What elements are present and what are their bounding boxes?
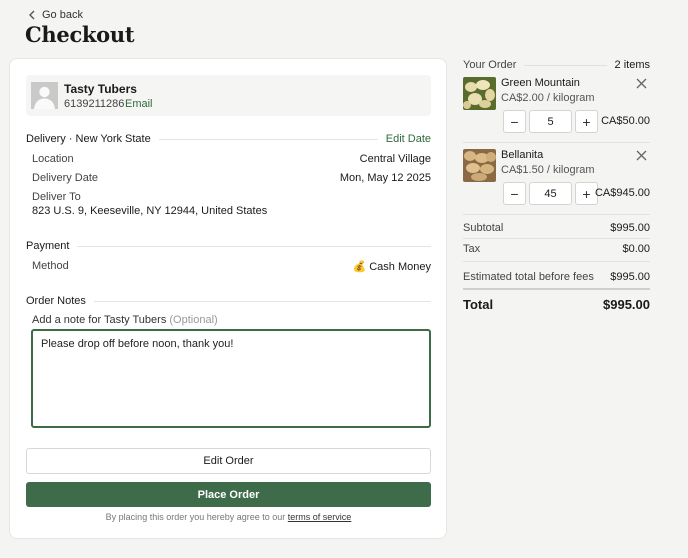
order-item: Green Mountain CA$2.00 / kilogram − 5 + …	[463, 77, 650, 137]
divider	[93, 300, 431, 302]
estimated-total-row: Estimated total before fees $995.00	[463, 271, 650, 283]
estimated-total-label: Estimated total before fees	[463, 271, 594, 283]
estimated-total-value: $995.00	[610, 271, 650, 283]
edit-date-link[interactable]: Edit Date	[386, 133, 431, 145]
quantity-input[interactable]: 5	[529, 110, 572, 133]
delivery-section-header: Delivery · New York State Edit Date	[26, 133, 431, 145]
quantity-input[interactable]: 45	[529, 182, 572, 205]
optional-hint: (Optional)	[169, 314, 218, 326]
order-heading: Your Order	[463, 59, 517, 71]
notes-heading: Order Notes	[26, 295, 86, 307]
remove-item-button[interactable]	[636, 150, 647, 161]
item-name: Bellanita	[501, 149, 544, 161]
page-title: Checkout	[25, 22, 135, 47]
divider	[463, 214, 650, 215]
payment-section-header: Payment	[26, 240, 431, 252]
delivery-date-value: Mon, May 12 2025	[339, 172, 431, 184]
avatar	[31, 82, 58, 109]
close-icon	[636, 78, 647, 89]
subtotal-value: $995.00	[610, 222, 650, 234]
location-row: Location Central Village	[26, 153, 431, 165]
seller-name: Tasty Tubers	[64, 82, 137, 96]
item-line-total: CA$50.00	[601, 115, 650, 127]
terms-text: By placing this order you hereby agree t…	[105, 512, 286, 522]
checkout-card: Tasty Tubers 6139211286 Email Delivery ·…	[9, 58, 447, 539]
notes-section-header: Order Notes	[26, 295, 431, 307]
go-back-label: Go back	[42, 9, 83, 21]
edit-order-button[interactable]: Edit Order	[26, 448, 431, 474]
delivery-date-label: Delivery Date	[32, 172, 99, 184]
item-name: Green Mountain	[501, 77, 580, 89]
remove-item-button[interactable]	[636, 78, 647, 89]
potato-thumbnail-icon	[463, 149, 496, 182]
note-label-text: Add a note for Tasty Tubers	[32, 314, 167, 326]
tax-label: Tax	[463, 243, 481, 255]
note-label: Add a note for Tasty Tubers (Optional)	[32, 314, 218, 326]
terms-of-service-link[interactable]: terms of service	[288, 512, 352, 522]
chevron-left-icon	[29, 10, 35, 20]
total-label: Total	[463, 297, 494, 312]
total-row: Total $995.00	[463, 297, 650, 312]
subtotal-label: Subtotal	[463, 222, 504, 234]
total-value: $995.00	[603, 297, 650, 312]
payment-method-row: Method 💰 Cash Money	[26, 260, 431, 273]
item-unit-price: CA$2.00 / kilogram	[501, 92, 595, 104]
divider	[463, 288, 650, 290]
item-line-total: CA$945.00	[594, 187, 650, 199]
user-avatar-icon	[31, 82, 58, 109]
decrease-quantity-button[interactable]: −	[503, 110, 526, 133]
quantity-stepper: − 5 +	[503, 110, 598, 133]
location-label: Location	[32, 153, 74, 165]
delivery-address: 823 U.S. 9, Keeseville, NY 12944, United…	[32, 205, 268, 217]
increase-quantity-button[interactable]: +	[575, 110, 598, 133]
location-value: Central Village	[359, 153, 431, 165]
delivery-heading: Delivery · New York State	[26, 133, 151, 145]
subtotal-row: Subtotal $995.00	[463, 222, 650, 234]
seller-email-link[interactable]: Email	[125, 98, 153, 110]
delivery-date-row: Delivery Date Mon, May 12 2025	[26, 172, 431, 184]
seller-info: Tasty Tubers 6139211286 Email	[26, 75, 431, 116]
divider	[158, 138, 378, 140]
divider	[463, 238, 650, 239]
close-icon	[636, 150, 647, 161]
potato-thumbnail-icon	[463, 77, 496, 110]
divider	[524, 64, 607, 66]
go-back-link[interactable]: Go back	[28, 9, 83, 21]
seller-phone: 6139211286	[64, 98, 125, 110]
order-item-count: 2 items	[614, 59, 650, 71]
order-note-textarea[interactable]: Please drop off before noon, thank you!	[31, 329, 431, 428]
payment-heading: Payment	[26, 240, 70, 252]
tax-row: Tax $0.00	[463, 243, 650, 255]
payment-method-value: 💰 Cash Money	[352, 261, 431, 273]
order-item: Bellanita CA$1.50 / kilogram − 45 + CA$9…	[463, 149, 650, 209]
quantity-stepper: − 45 +	[503, 182, 598, 205]
divider	[463, 261, 650, 262]
decrease-quantity-button[interactable]: −	[503, 182, 526, 205]
place-order-button[interactable]: Place Order	[26, 482, 431, 507]
order-summary-header: Your Order 2 items	[463, 59, 650, 71]
tax-value: $0.00	[622, 243, 650, 255]
divider	[463, 142, 650, 143]
terms-notice: By placing this order you hereby agree t…	[26, 512, 431, 522]
payment-method-label: Method	[32, 260, 69, 272]
divider	[77, 245, 431, 247]
deliver-to-label: Deliver To	[32, 191, 81, 203]
item-unit-price: CA$1.50 / kilogram	[501, 164, 595, 176]
